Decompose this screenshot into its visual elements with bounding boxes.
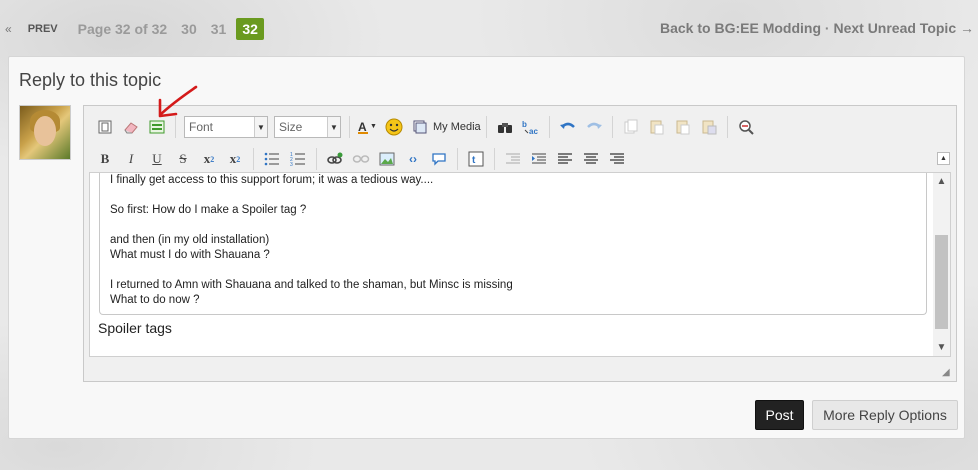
scroll-down-icon[interactable]: ▼ <box>933 339 950 356</box>
subscript-icon[interactable]: x2 <box>198 148 220 170</box>
twitter-icon[interactable]: t <box>465 148 487 170</box>
current-page: 32 <box>236 18 264 40</box>
rich-text-editor: Font ▼ Size ▼ A ▼ My Media b ac B I U S … <box>83 105 957 382</box>
align-left-icon[interactable] <box>554 148 576 170</box>
svg-text:b: b <box>522 120 527 129</box>
separator <box>611 116 613 138</box>
svg-text:ac: ac <box>529 127 538 135</box>
nav-separator: · <box>824 20 830 36</box>
prev-arrow-icon[interactable]: « <box>5 22 12 36</box>
quote-icon[interactable] <box>428 148 450 170</box>
svg-text:▼: ▼ <box>370 123 377 130</box>
size-select-value: Size <box>279 120 303 134</box>
eraser-icon[interactable] <box>120 116 142 138</box>
next-unread-topic-link[interactable]: Next Unread Topic → <box>833 20 974 36</box>
reply-textarea[interactable]: I finally get access to this support for… <box>89 172 951 357</box>
page-link-31[interactable]: 31 <box>211 21 227 37</box>
unlink-icon[interactable] <box>350 148 372 170</box>
outdent-icon[interactable] <box>502 148 524 170</box>
chevron-down-icon: ▼ <box>327 117 340 137</box>
separator <box>494 148 495 170</box>
undo-icon[interactable] <box>557 116 579 138</box>
copy-icon[interactable] <box>646 116 668 138</box>
my-media-button[interactable]: My Media <box>433 121 481 133</box>
avatar <box>19 105 71 160</box>
prev-link[interactable]: PREV <box>28 23 58 35</box>
redo-icon[interactable] <box>583 116 605 138</box>
preview-icon[interactable] <box>735 116 757 138</box>
code-icon[interactable]: ‹› <box>402 148 424 170</box>
avatar-face <box>34 116 56 146</box>
editor-scrollbar[interactable]: ▲ ▼ <box>933 173 950 356</box>
back-to-forum-link[interactable]: Back to BG:EE Modding <box>660 20 821 36</box>
quoted-post: I finally get access to this support for… <box>99 173 927 315</box>
page-info[interactable]: Page 32 of 32 <box>78 21 168 37</box>
topic-navigation: Back to BG:EE Modding · Next Unread Topi… <box>660 20 974 36</box>
quote-blank-line <box>110 188 926 203</box>
reply-heading: Reply to this topic <box>19 70 162 90</box>
bullet-list-icon[interactable] <box>261 148 283 170</box>
font-color-icon[interactable]: A ▼ <box>357 116 379 138</box>
replace-icon[interactable]: b ac <box>520 116 542 138</box>
find-icon[interactable] <box>494 116 516 138</box>
pagination: « PREV Page 32 of 32 30 31 32 <box>0 16 264 42</box>
separator <box>349 116 350 138</box>
quote-line: So first: How do I make a Spoiler tag ? <box>110 204 307 216</box>
smiley-icon[interactable] <box>383 116 405 138</box>
toolbar-row-1: Font ▼ Size ▼ A ▼ My Media b ac <box>84 112 956 142</box>
quote-blank-line <box>110 218 926 233</box>
scroll-thumb[interactable] <box>935 235 948 329</box>
paste-word-icon[interactable] <box>698 116 720 138</box>
quote-line: What to do now ? <box>110 294 200 306</box>
separator <box>253 148 254 170</box>
collapse-toolbar-icon[interactable]: ▲ <box>937 152 950 165</box>
quote-blank-line <box>110 263 926 278</box>
chevron-down-icon: ▼ <box>254 117 267 137</box>
quote-line: I returned to Amn with Shauana and talke… <box>110 279 513 291</box>
quote-line: and then (in my old installation) <box>110 234 270 246</box>
superscript-icon[interactable]: x2 <box>224 148 246 170</box>
media-icon[interactable] <box>409 116 431 138</box>
red-arrow-annotation <box>158 85 198 118</box>
post-button[interactable]: Post <box>755 400 804 430</box>
svg-text:3: 3 <box>290 162 293 166</box>
quote-line: I finally get access to this support for… <box>110 174 434 186</box>
resize-handle-icon[interactable]: ◢ <box>942 367 954 379</box>
cut-icon[interactable] <box>620 116 642 138</box>
align-center-icon[interactable] <box>580 148 602 170</box>
align-right-icon[interactable] <box>606 148 628 170</box>
separator <box>548 116 550 138</box>
strikethrough-icon[interactable]: S <box>172 148 194 170</box>
source-icon[interactable] <box>94 116 116 138</box>
quote-line: What must I do with Shauana ? <box>110 249 270 261</box>
separator <box>485 116 487 138</box>
separator <box>316 148 317 170</box>
indent-icon[interactable] <box>528 148 550 170</box>
paste-icon[interactable] <box>672 116 694 138</box>
italic-icon[interactable]: I <box>120 148 142 170</box>
typed-text: Spoiler tags <box>98 320 172 336</box>
toolbar-row-2: B I U S x2 x2 123 ‹› t <box>84 144 956 174</box>
underline-icon[interactable]: U <box>146 148 168 170</box>
link-icon[interactable] <box>324 148 346 170</box>
more-reply-options-button[interactable]: More Reply Options <box>812 400 958 430</box>
page-link-30[interactable]: 30 <box>181 21 197 37</box>
number-list-icon[interactable]: 123 <box>287 148 309 170</box>
scroll-up-icon[interactable]: ▲ <box>933 173 950 190</box>
svg-text:A: A <box>358 120 367 134</box>
size-select[interactable]: Size ▼ <box>274 116 341 138</box>
image-icon[interactable] <box>376 148 398 170</box>
bold-icon[interactable]: B <box>94 148 116 170</box>
separator <box>457 148 458 170</box>
separator <box>726 116 728 138</box>
